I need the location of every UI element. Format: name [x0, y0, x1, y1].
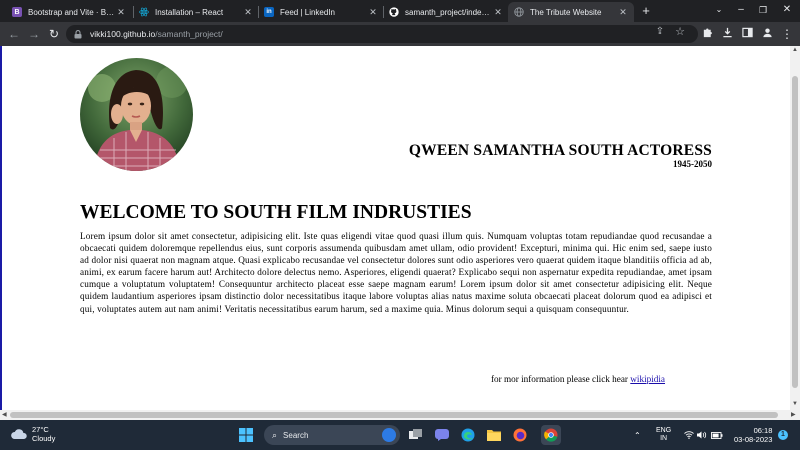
- browser-tab[interactable]: Installation – React ✕: [133, 2, 259, 22]
- wifi-icon[interactable]: [684, 420, 694, 450]
- more-menu-icon[interactable]: ⋮: [780, 27, 794, 41]
- page-viewport: QWEEN SAMANTHA SOUTH ACTORESS 1945-2050 …: [0, 46, 790, 410]
- bing-icon: [382, 428, 396, 442]
- lock-icon[interactable]: [74, 29, 84, 39]
- scroll-left-arrow-icon[interactable]: ◀: [2, 411, 7, 418]
- firefox-icon[interactable]: [510, 425, 530, 445]
- tab-title: Bootstrap and Vite · Bootstrap: [28, 7, 116, 17]
- weather-temperature: 27°C: [32, 425, 49, 434]
- clock-date: 03-08-2023: [734, 435, 773, 444]
- reload-icon[interactable]: ↻: [46, 26, 62, 42]
- close-tab-icon[interactable]: ✕: [368, 7, 378, 18]
- clock-time: 06:18: [753, 426, 773, 435]
- close-window-button[interactable]: ✕: [772, 0, 800, 20]
- browser-tab[interactable]: B Bootstrap and Vite · Bootstrap ✕: [6, 2, 132, 22]
- cloud-icon: [11, 429, 27, 439]
- tab-title: Installation – React: [155, 7, 224, 17]
- weather-description: Cloudy: [32, 434, 56, 443]
- vertical-scrollbar[interactable]: ▲ ▼: [790, 46, 800, 410]
- tab-strip: B Bootstrap and Vite · Bootstrap ✕ Insta…: [0, 0, 800, 22]
- close-tab-icon[interactable]: ✕: [243, 7, 253, 18]
- globe-icon: [514, 7, 524, 17]
- bootstrap-icon: B: [12, 7, 22, 17]
- close-tab-icon[interactable]: ✕: [116, 7, 126, 18]
- system-clock[interactable]: 06:18 03-08-2023: [734, 426, 772, 444]
- bookmark-star-icon[interactable]: ☆: [674, 26, 686, 38]
- chrome-icon[interactable]: [541, 425, 561, 445]
- search-icon: ⌕: [272, 429, 278, 440]
- scroll-up-arrow-icon[interactable]: ▲: [790, 47, 800, 53]
- share-icon[interactable]: ⇪: [654, 26, 666, 38]
- file-explorer-icon[interactable]: [484, 425, 504, 445]
- browser-tab[interactable]: samanth_project/index.html ✕: [383, 2, 509, 22]
- windows-taskbar: 27°C Cloudy ⌕ Search ⌃ ENG IN 06:18 03-0…: [0, 420, 800, 450]
- taskbar-search[interactable]: ⌕ Search: [264, 425, 400, 445]
- profile-avatar-icon[interactable]: [760, 27, 774, 41]
- new-tab-button[interactable]: +: [638, 3, 654, 19]
- close-tab-icon[interactable]: ✕: [493, 7, 503, 18]
- address-path: /samanth_project/: [155, 29, 223, 39]
- horizontal-scroll-thumb[interactable]: [10, 412, 778, 418]
- page-header-years: 1945-2050: [673, 159, 712, 169]
- side-panel-icon[interactable]: [740, 27, 754, 41]
- taskbar-search-placeholder: Search: [283, 430, 309, 440]
- edge-icon[interactable]: [458, 425, 478, 445]
- browser-tab-active[interactable]: The Tribute Website ✕: [508, 2, 634, 22]
- extensions-puzzle-icon[interactable]: [700, 27, 714, 41]
- back-arrow-icon[interactable]: ←: [6, 26, 22, 42]
- wikipedia-link[interactable]: wikipidia: [630, 374, 665, 384]
- tab-title: The Tribute Website: [530, 7, 602, 17]
- github-icon: [389, 7, 399, 17]
- horizontal-scrollbar[interactable]: ◀ ▶: [0, 410, 800, 420]
- tab-title: samanth_project/index.html: [405, 7, 493, 17]
- region-code: IN: [660, 435, 668, 442]
- page-header-title: QWEEN SAMANTHA SOUTH ACTORESS: [408, 142, 712, 159]
- profile-photo: [80, 58, 193, 171]
- address-host: vikki100.github.io: [90, 29, 156, 39]
- welcome-heading: WELCOME TO SOUTH FILM INDRUSTIES: [80, 202, 472, 223]
- notification-badge[interactable]: 1: [778, 430, 788, 440]
- download-icon[interactable]: [720, 27, 734, 41]
- close-tab-icon[interactable]: ✕: [618, 7, 628, 18]
- address-bar[interactable]: vikki100.github.io/samanth_project/: [66, 25, 698, 43]
- browser-toolbar: ← → ↻ vikki100.github.io/samanth_project…: [0, 22, 800, 46]
- scroll-down-arrow-icon[interactable]: ▼: [790, 401, 800, 407]
- browser-tab[interactable]: in Feed | LinkedIn ✕: [258, 2, 384, 22]
- language-indicator[interactable]: ENG IN: [656, 427, 671, 443]
- footer-info: for mor information please click hear wi…: [491, 374, 665, 384]
- show-hidden-icons-chevron-icon[interactable]: ⌃: [634, 420, 641, 450]
- scroll-right-arrow-icon[interactable]: ▶: [791, 411, 796, 418]
- vertical-scroll-thumb[interactable]: [792, 76, 798, 388]
- linkedin-icon: in: [264, 7, 274, 17]
- battery-icon[interactable]: [711, 420, 723, 450]
- language-code: ENG: [656, 427, 672, 434]
- react-icon: [139, 7, 149, 17]
- footer-text: for mor information please click hear: [491, 374, 631, 384]
- intro-paragraph: Lorem ipsum dolor sit amet consectetur, …: [80, 231, 712, 314]
- task-view-icon[interactable]: [406, 425, 426, 445]
- forward-arrow-icon[interactable]: →: [26, 26, 42, 42]
- windows-start-icon[interactable]: [236, 425, 256, 445]
- weather-widget[interactable]: 27°C Cloudy: [10, 425, 55, 443]
- tab-title: Feed | LinkedIn: [280, 7, 336, 17]
- teams-chat-icon[interactable]: [432, 425, 452, 445]
- volume-icon[interactable]: [697, 420, 707, 450]
